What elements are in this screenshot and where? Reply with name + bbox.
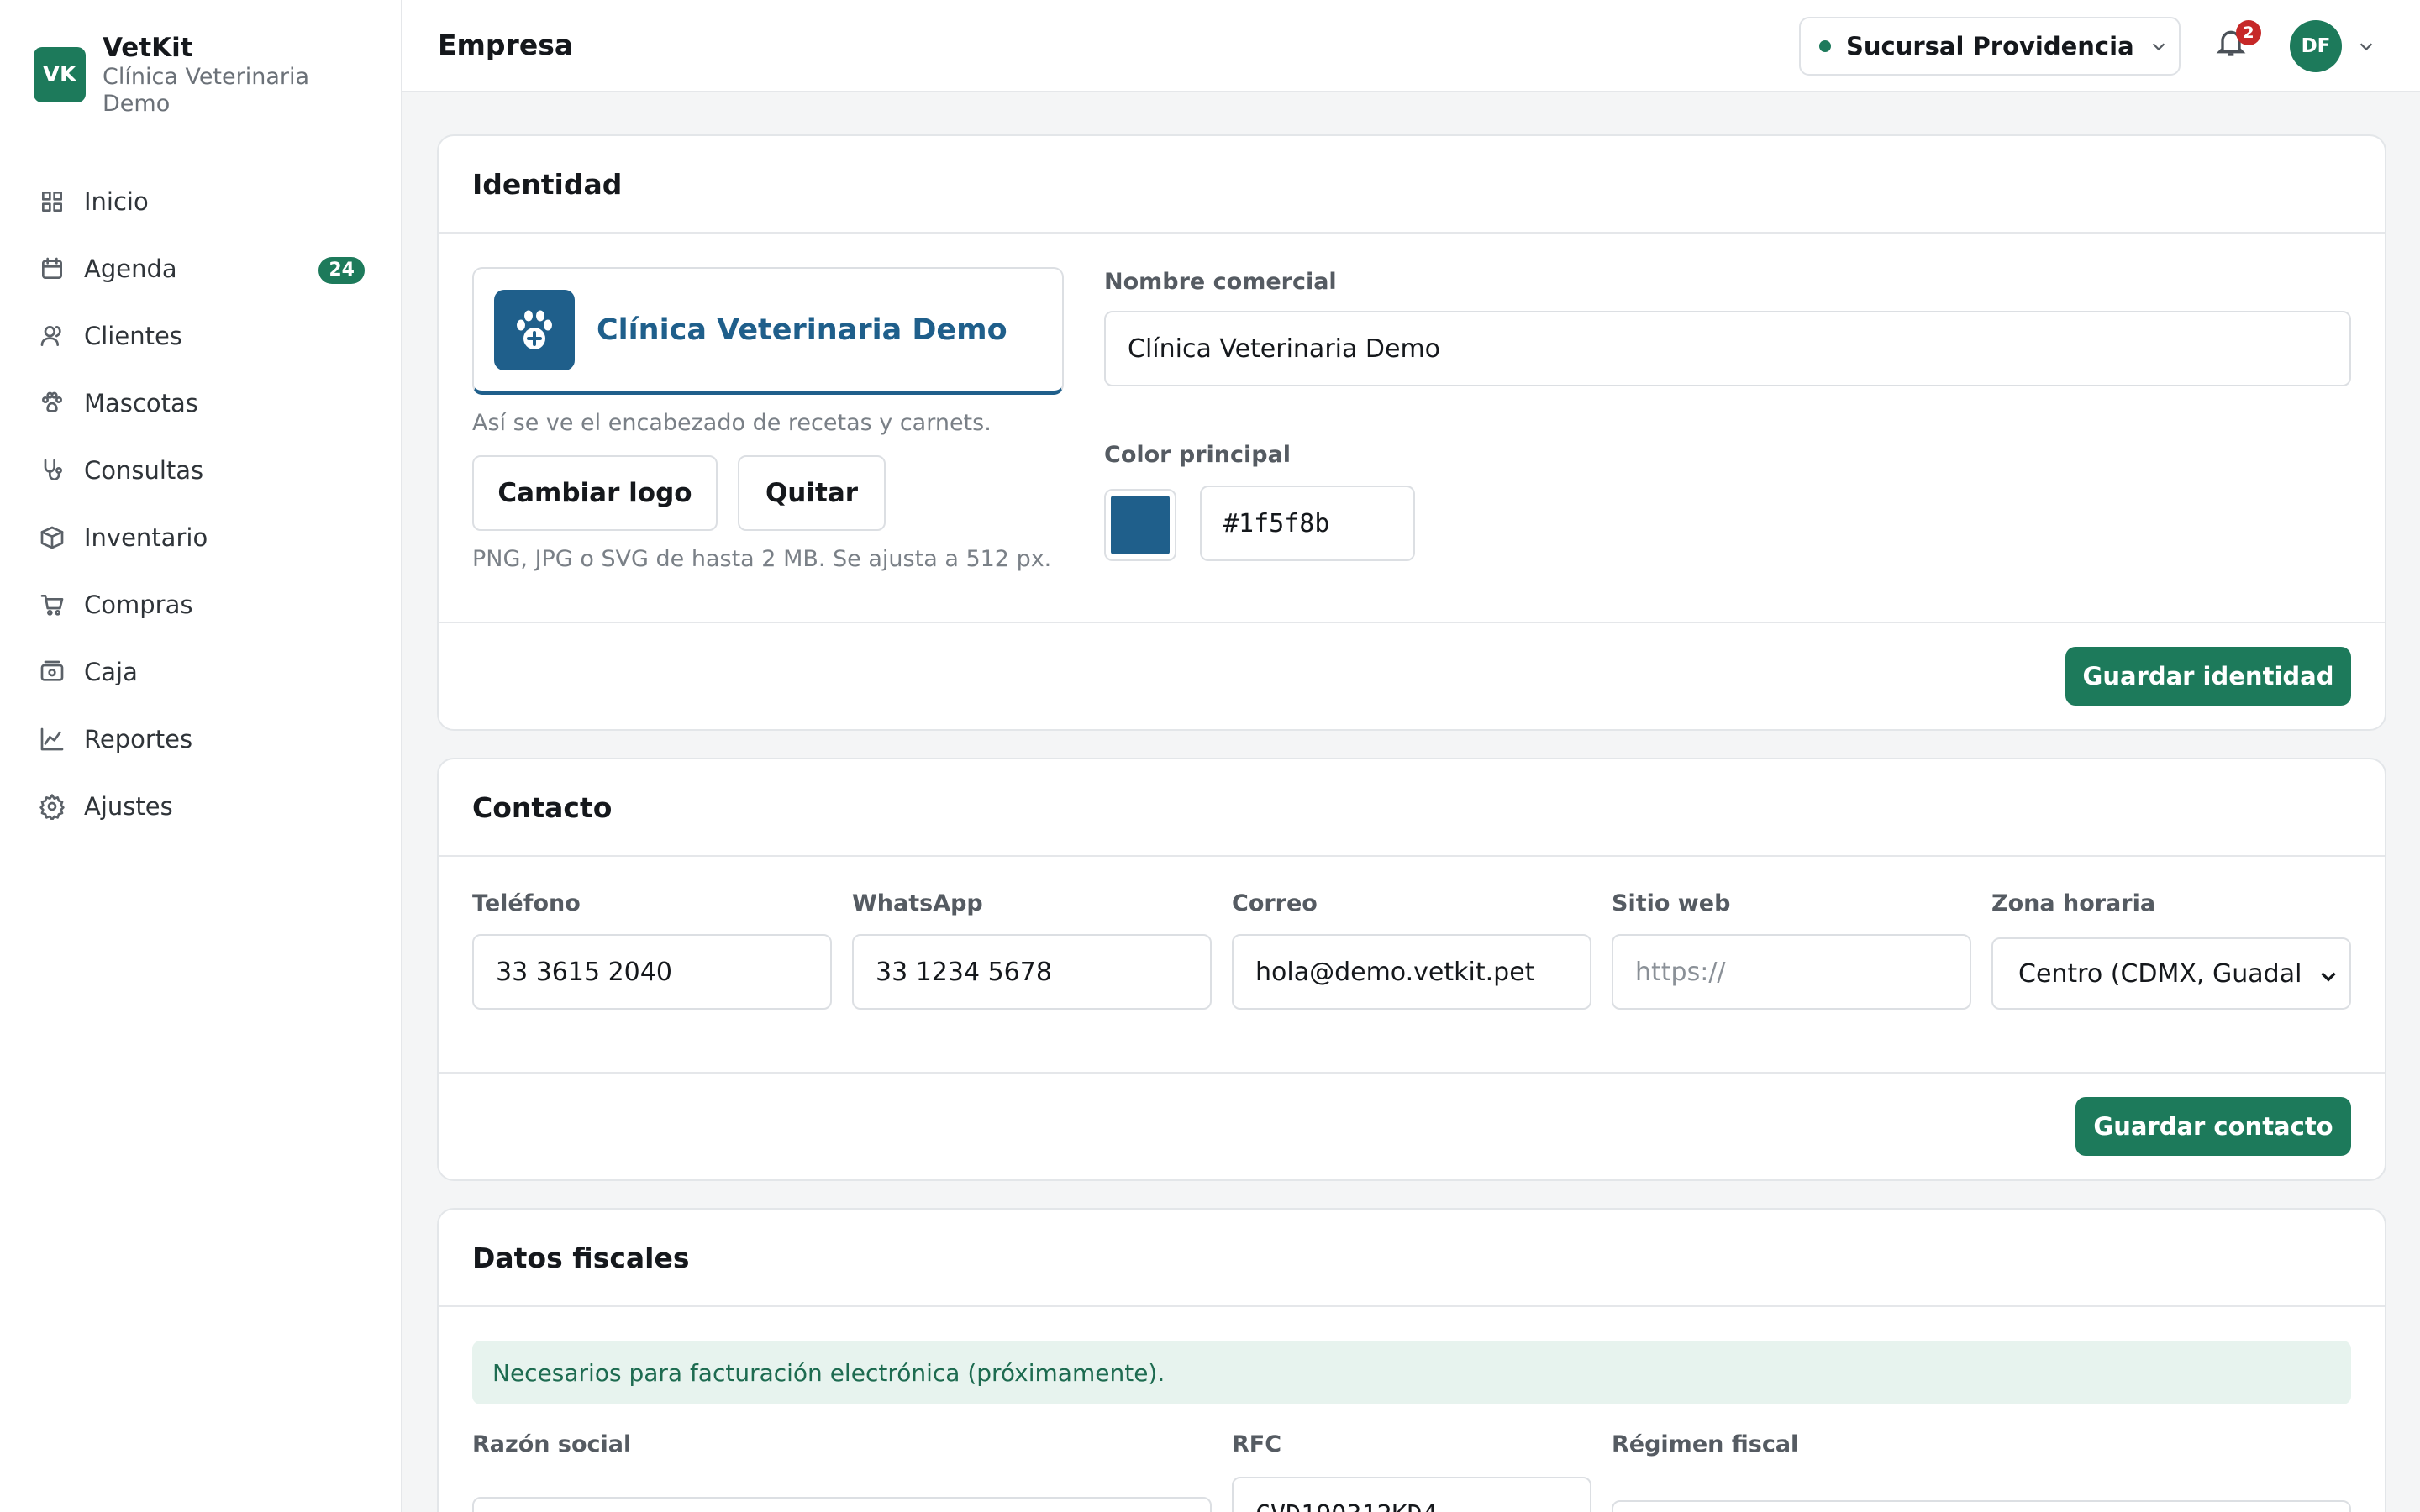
phone-label: Teléfono: [472, 890, 581, 916]
identity-card: Identidad Clínica Veterinaria Demo Así s…: [437, 134, 2386, 731]
rfc-label: RFC: [1232, 1431, 1282, 1457]
brand-subtitle: Clínica Veterinaria Demo: [103, 64, 310, 117]
sidebar-item-caja[interactable]: Caja: [34, 638, 370, 706]
sidebar-item-label: Reportes: [84, 725, 193, 753]
notifications-button[interactable]: 2: [2214, 20, 2261, 67]
sidebar-item-label: Ajustes: [84, 792, 173, 821]
sidebar-item-label: Compras: [84, 591, 193, 619]
contact-card: Contacto Teléfono WhatsApp Correo Sitio …: [437, 758, 2386, 1181]
preview-clinic-name: Clínica Veterinaria Demo: [597, 312, 1007, 347]
chart-icon: [34, 721, 71, 758]
sidebar-item-label: Mascotas: [84, 389, 198, 417]
page-title: Empresa: [438, 29, 574, 61]
sidebar-item-reportes[interactable]: Reportes: [34, 706, 370, 773]
card-title: Datos fiscales: [472, 1241, 690, 1274]
brand-logo: VK: [34, 47, 86, 102]
branch-label: Sucursal Providencia: [1846, 32, 2134, 60]
whatsapp-input[interactable]: [852, 934, 1212, 1010]
cash-icon: [34, 654, 71, 690]
top-bar: Empresa Sucursal Providencia 2 DF: [402, 0, 2420, 92]
card-title: Contacto: [472, 790, 613, 824]
remove-logo-button[interactable]: Quitar: [738, 455, 886, 531]
fiscal-card: Datos fiscales Necesarios para facturaci…: [437, 1208, 2386, 1512]
rfc-input[interactable]: [1232, 1477, 1591, 1512]
name-label: Nombre comercial: [1104, 269, 1337, 295]
branch-selector[interactable]: Sucursal Providencia: [1799, 17, 2181, 76]
avatar[interactable]: DF: [2290, 20, 2342, 72]
sidebar-item-agenda[interactable]: Agenda 24: [34, 235, 370, 302]
website-label: Sitio web: [1612, 890, 1731, 916]
timezone-value: Centro (CDMX, Guadal: [2018, 958, 2302, 989]
file-hint: PNG, JPG o SVG de hasta 2 MB. Se ajusta …: [472, 546, 1052, 572]
users-icon: [34, 318, 71, 354]
sidebar-item-label: Agenda: [84, 255, 177, 283]
timezone-label: Zona horaria: [1991, 890, 2156, 916]
razon-social-input[interactable]: [472, 1497, 1212, 1512]
sidebar-nav: Inicio Agenda 24 Clientes Mascotas Consu…: [34, 168, 370, 840]
grid-icon: [34, 183, 71, 220]
sidebar-item-mascotas[interactable]: Mascotas: [34, 370, 370, 437]
chevron-down-icon[interactable]: [2357, 37, 2375, 59]
timezone-select[interactable]: Centro (CDMX, Guadal: [1991, 937, 2351, 1010]
logo-preview: Clínica Veterinaria Demo: [472, 267, 1064, 395]
sidebar-item-ajustes[interactable]: Ajustes: [34, 773, 370, 840]
sidebar-item-label: Caja: [84, 658, 138, 686]
calendar-icon: [34, 250, 71, 287]
sidebar-item-label: Consultas: [84, 456, 204, 485]
whatsapp-label: WhatsApp: [852, 890, 983, 916]
color-swatch[interactable]: [1104, 489, 1176, 561]
sidebar-item-label: Inventario: [84, 523, 208, 552]
sidebar-item-clientes[interactable]: Clientes: [34, 302, 370, 370]
website-input[interactable]: [1612, 934, 1971, 1010]
paw-icon: [34, 385, 71, 422]
sidebar-item-compras[interactable]: Compras: [34, 571, 370, 638]
chevron-down-icon: [2317, 964, 2339, 986]
card-footer: Guardar contacto: [439, 1072, 2385, 1179]
sidebar-item-consultas[interactable]: Consultas: [34, 437, 370, 504]
sidebar-item-label: Clientes: [84, 322, 182, 350]
status-dot: [1819, 40, 1831, 52]
sidebar-item-label: Inicio: [84, 187, 149, 216]
change-logo-button[interactable]: Cambiar logo: [472, 455, 718, 531]
fiscal-notice: Necesarios para facturación electrónica …: [472, 1341, 2351, 1404]
bell-icon: [2214, 30, 2248, 62]
regimen-select[interactable]: [1612, 1500, 2351, 1512]
preview-hint: Así se ve el encabezado de recetas y car…: [472, 410, 992, 436]
cart-icon: [34, 586, 71, 623]
razon-social-label: Razón social: [472, 1431, 632, 1457]
sidebar-item-inventario[interactable]: Inventario: [34, 504, 370, 571]
gear-icon: [34, 788, 71, 825]
card-footer: Guardar identidad: [439, 622, 2385, 729]
sidebar-item-inicio[interactable]: Inicio: [34, 168, 370, 235]
color-hex-input[interactable]: [1200, 486, 1415, 561]
notification-count-badge: 2: [2236, 20, 2261, 45]
card-title: Identidad: [472, 167, 623, 201]
box-icon: [34, 519, 71, 556]
chevron-down-icon: [2149, 37, 2168, 55]
commercial-name-input[interactable]: [1104, 311, 2351, 386]
paw-icon: [494, 289, 575, 370]
save-contact-button[interactable]: Guardar contacto: [2075, 1097, 2351, 1156]
save-identity-button[interactable]: Guardar identidad: [2065, 647, 2351, 706]
phone-input[interactable]: [472, 934, 832, 1010]
regimen-label: Régimen fiscal: [1612, 1431, 1799, 1457]
sidebar: VK VetKit Clínica Veterinaria Demo Inici…: [0, 0, 402, 1512]
agenda-count-badge: 24: [318, 257, 365, 284]
color-label: Color principal: [1104, 442, 1292, 468]
brand[interactable]: VK VetKit Clínica Veterinaria Demo: [34, 32, 321, 118]
email-label: Correo: [1232, 890, 1318, 916]
brand-name: VetKit: [103, 33, 193, 63]
email-field[interactable]: [1232, 934, 1591, 1010]
stethoscope-icon: [34, 452, 71, 489]
